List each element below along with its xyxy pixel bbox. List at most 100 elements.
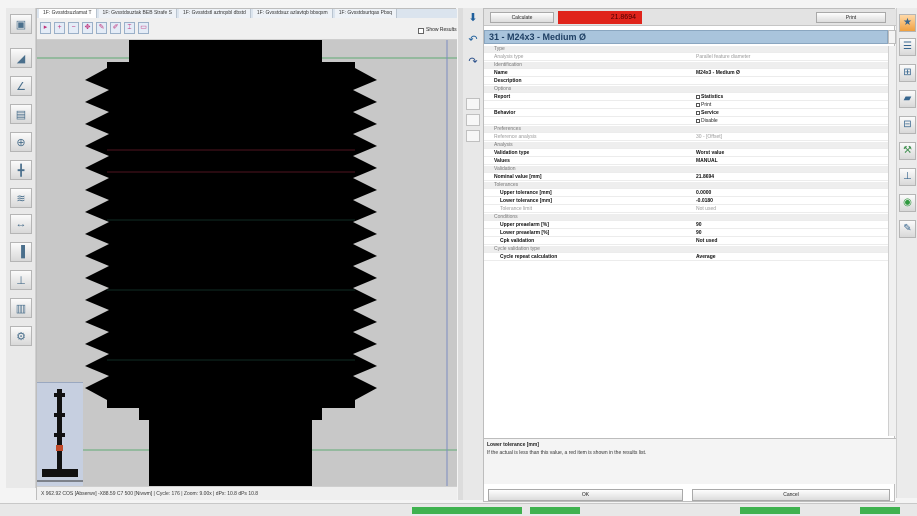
property-value: 21.8694 bbox=[696, 174, 715, 180]
nav-down-icon[interactable]: ⬇ bbox=[467, 12, 479, 24]
property-grid-scrollbar[interactable] bbox=[888, 46, 896, 436]
print-button[interactable]: Print bbox=[816, 12, 886, 23]
property-row[interactable]: Tolerance limit Not used bbox=[484, 206, 896, 213]
calculate-button[interactable]: Calculate bbox=[490, 12, 554, 23]
bottom-taskbar bbox=[0, 503, 917, 516]
show-results-checkbox[interactable] bbox=[418, 28, 424, 34]
property-row[interactable]: Upper preaelarm [%] 90 bbox=[484, 222, 896, 229]
nav-button[interactable] bbox=[466, 130, 480, 142]
property-row[interactable]: Cpk validation Not used bbox=[484, 238, 896, 245]
property-value: Service bbox=[696, 110, 719, 117]
select-icon[interactable]: ▣ bbox=[10, 14, 32, 34]
property-category: Conditions bbox=[484, 214, 896, 221]
property-row[interactable]: Disable bbox=[484, 118, 896, 125]
option-label: Statistics bbox=[701, 94, 724, 100]
part-thumbnail[interactable] bbox=[37, 382, 83, 486]
show-results-label: Show Results bbox=[426, 27, 457, 33]
ruler-icon[interactable]: ⌶ bbox=[124, 22, 135, 34]
zoom-icon[interactable]: ⊕ bbox=[10, 132, 32, 152]
property-row[interactable]: Name M24x3 - Medium Ø bbox=[484, 70, 896, 77]
property-row[interactable]: Report Statistics bbox=[484, 94, 896, 101]
option-checkbox[interactable] bbox=[696, 110, 700, 115]
property-row[interactable]: Lower preaelarm [%] 90 bbox=[484, 230, 896, 237]
viewer-tab[interactable]: 1F: Gvsstdsuz azlavtqb bbsqsm bbox=[252, 9, 333, 18]
zoom-in-icon[interactable]: + bbox=[54, 22, 65, 34]
ok-button[interactable]: OK bbox=[488, 489, 683, 501]
profile-icon[interactable]: ◢ bbox=[10, 48, 32, 68]
task-progress bbox=[412, 507, 522, 514]
property-value: 30 - [Offset] bbox=[696, 134, 723, 140]
analysis-title: 31 - M24x3 - Medium Ø bbox=[484, 30, 888, 44]
property-grid: Type Analysis type Parallel feature diamet… bbox=[484, 46, 896, 436]
add-icon[interactable]: ⊞ bbox=[899, 64, 916, 82]
property-row[interactable]: Behavior Service bbox=[484, 110, 896, 117]
property-row[interactable]: Print bbox=[484, 102, 896, 109]
property-row[interactable]: Validation type Worst value bbox=[484, 150, 896, 157]
property-row[interactable]: Reference analysis 30 - [Offset] bbox=[484, 134, 896, 141]
option-checkbox[interactable] bbox=[696, 118, 700, 123]
edge-icon[interactable]: ▐ bbox=[10, 242, 32, 262]
distance-icon[interactable]: ↔ bbox=[10, 214, 32, 234]
description-text: If the actual is less than this value, a… bbox=[487, 450, 647, 456]
property-value: 90 bbox=[696, 222, 702, 228]
pan-icon[interactable]: ✥ bbox=[82, 22, 93, 34]
option-label: Disable bbox=[701, 118, 718, 124]
new-analysis-icon[interactable]: ★ bbox=[899, 14, 916, 32]
property-row[interactable]: Values MANUAL bbox=[484, 158, 896, 165]
cancel-button[interactable]: Cancel bbox=[692, 489, 890, 501]
property-label: Cpk validation bbox=[500, 238, 535, 244]
property-description: Lower tolerance [mm] If the actual is le… bbox=[484, 438, 896, 484]
property-row[interactable]: Description bbox=[484, 78, 896, 85]
nav-refresh-icon[interactable]: ↷ bbox=[467, 56, 479, 68]
probe-icon[interactable]: ⊥ bbox=[899, 168, 916, 186]
marker-icon[interactable]: ✎ bbox=[96, 22, 107, 34]
property-category: Validation bbox=[484, 166, 896, 173]
angle-icon[interactable]: ∠ bbox=[10, 76, 32, 96]
align-icon[interactable]: ▥ bbox=[10, 298, 32, 318]
nav-back-icon[interactable]: ↶ bbox=[467, 34, 479, 46]
center-icon[interactable]: ╋ bbox=[10, 160, 32, 180]
option-label: Service bbox=[701, 110, 719, 116]
layer-icon[interactable]: ▭ bbox=[138, 22, 149, 34]
target-icon[interactable]: ◉ bbox=[899, 194, 916, 212]
task-progress bbox=[740, 507, 800, 514]
property-label: Tolerances bbox=[494, 182, 519, 188]
property-row[interactable]: Nominal value [mm] 21.8694 bbox=[484, 174, 896, 181]
pen-icon[interactable]: ✎ bbox=[899, 220, 916, 238]
property-row[interactable]: Lower tolerance [mm] -0.0180 bbox=[484, 198, 896, 205]
option-checkbox[interactable] bbox=[696, 94, 700, 99]
nav-button[interactable] bbox=[466, 114, 480, 126]
property-value: MANUAL bbox=[696, 158, 718, 164]
property-label: Upper preaelarm [%] bbox=[500, 222, 549, 228]
panel-top-bar: Calculate 21.8694 Print bbox=[484, 9, 896, 26]
highlight-icon[interactable]: ✐ bbox=[110, 22, 121, 34]
viewer-tab[interactable]: 1F: Gvsstdstl aztnqsbl dbstd bbox=[179, 9, 251, 18]
part-canvas[interactable] bbox=[37, 40, 457, 486]
property-label: Conditions bbox=[494, 214, 518, 220]
task-progress bbox=[860, 507, 900, 514]
width-icon[interactable]: ⊥ bbox=[10, 270, 32, 290]
thread-icon[interactable]: ≋ bbox=[10, 188, 32, 208]
nav-button[interactable] bbox=[466, 98, 480, 110]
fit-icon[interactable]: ▸ bbox=[40, 22, 51, 34]
measure-icon[interactable]: ▤ bbox=[10, 104, 32, 124]
title-scroll-button[interactable] bbox=[888, 30, 896, 44]
option-checkbox[interactable] bbox=[696, 102, 700, 107]
property-value: Statistics bbox=[696, 94, 723, 101]
zoom-out-icon[interactable]: − bbox=[68, 22, 79, 34]
viewer-tab[interactable]: 1F: Gvsstdsurtqas Pbsq bbox=[334, 9, 398, 18]
property-row[interactable]: Analysis type Parallel feature diameter bbox=[484, 54, 896, 61]
wrench-icon[interactable]: ⚒ bbox=[899, 142, 916, 160]
analysis-panel: Calculate 21.8694 Print 31 - M24x3 - Med… bbox=[483, 8, 896, 502]
property-row[interactable]: Cycle repeat calculation Average bbox=[484, 254, 896, 261]
property-value: Worst value bbox=[696, 150, 725, 156]
list-icon[interactable]: ☰ bbox=[899, 38, 916, 56]
open-icon[interactable]: ⊟ bbox=[899, 116, 916, 134]
settings-icon[interactable]: ⚙ bbox=[10, 326, 32, 346]
property-value: Print bbox=[696, 102, 711, 109]
viewer-tab[interactable]: 1F: Gvsstdsuzlamat T bbox=[39, 9, 97, 18]
viewer-tabs: 1F: Gvsstdsuzlamat T 1F: Gvsstdsuztak BE… bbox=[37, 9, 457, 18]
viewer-tab[interactable]: 1F: Gvsstdsuztak BEB Strafe S bbox=[98, 9, 178, 18]
folder-icon[interactable]: ▰ bbox=[899, 90, 916, 108]
property-row[interactable]: Upper tolerance [mm] 0.0000 bbox=[484, 190, 896, 197]
